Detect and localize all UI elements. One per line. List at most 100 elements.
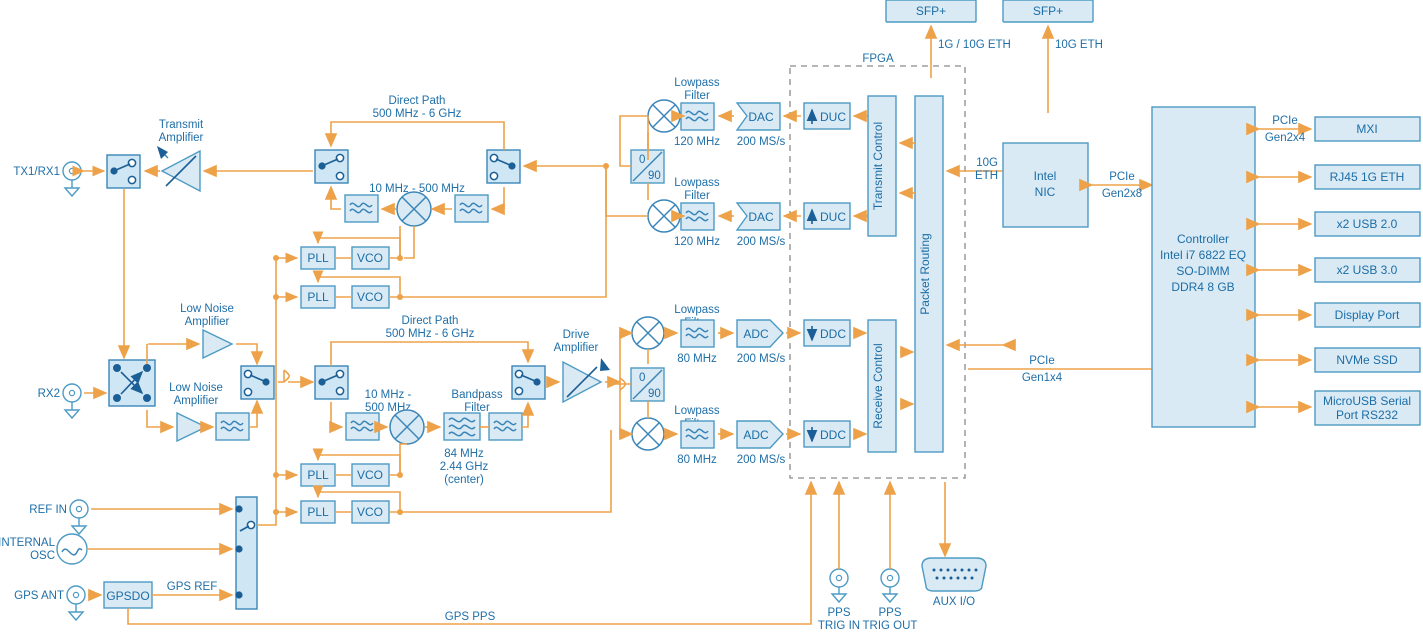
switch-rx-input[interactable] (240, 365, 275, 400)
rx-adc-i-label: ADC (743, 327, 769, 341)
fpga-label: FPGA (862, 53, 894, 65)
rx-quadrature-splitter: 0 90 (630, 367, 665, 402)
peripheral-display-port[interactable]: Display Port (1314, 302, 1421, 328)
internal-oscillator (56, 533, 88, 565)
pps-trig-out-label-1: PPS (878, 607, 901, 619)
switch-tx1rx1[interactable] (106, 154, 141, 189)
wire-rx-to-mixer-q (619, 382, 634, 441)
pps-trig-in-label-1: PPS (827, 607, 850, 619)
rx-lpf-i-cutoff: 80 MHz (677, 353, 717, 365)
tx-direct-path-label-1: Direct Path (389, 95, 446, 107)
gps-pps-label: GPS PPS (445, 611, 496, 623)
rx-vco-2-label: VCO (357, 505, 383, 519)
controller-label-4: DDR4 8 GB (1171, 280, 1234, 294)
sfp-left[interactable]: SFP+ (885, 0, 977, 23)
rx-ddc-i-label: DDC (820, 327, 846, 341)
crossbar-switch[interactable] (108, 359, 156, 407)
rx-pll-1-label: PLL (307, 468, 329, 482)
peripheral-rj45-label: RJ45 1G ETH (1330, 170, 1405, 184)
clock-source-switch[interactable] (235, 496, 258, 610)
peripheral-usb20[interactable]: x2 USB 2.0 (1314, 211, 1421, 237)
switch-tx-combine[interactable] (314, 149, 349, 184)
port-ref-in-label: REF IN (29, 504, 67, 516)
nic-link-label-1: 10G (976, 157, 998, 169)
rx-adc-i: ADC (736, 319, 784, 348)
tx-if-filter-out (344, 194, 379, 223)
aux-io-connector[interactable] (921, 557, 987, 592)
port-pps-trig-in[interactable] (829, 568, 849, 604)
port-gps-ant-label: GPS ANT (14, 590, 64, 602)
tx-lpf-q-cutoff: 120 MHz (674, 236, 720, 248)
rx-mixer-i (631, 316, 665, 350)
rx-if-filter-in (345, 412, 380, 441)
tx-lpf-i-label-1: Lowpass (674, 77, 720, 89)
internal-osc-label-2: OSC (30, 550, 55, 562)
rx-bpf-label-2: Filter (464, 402, 490, 414)
tx-lpf-i-label-2: Filter (684, 90, 710, 102)
port-ref-in[interactable] (69, 499, 89, 536)
rx-direct-path-label-2: 500 MHz - 6 GHz (386, 328, 475, 340)
peripheral-nvme-ssd[interactable]: NVMe SSD (1314, 347, 1421, 373)
switch-tx-split[interactable] (486, 149, 521, 184)
tx-quad-0-label: 0 (639, 154, 645, 166)
gpsdo-block: GPSDO (103, 581, 153, 609)
peripheral-usb30-label: x2 USB 3.0 (1337, 263, 1398, 277)
tx-quad-90-label: 90 (648, 170, 661, 182)
tx-dac-q-label: DAC (748, 210, 774, 224)
controller-label-3: SO-DIMM (1176, 264, 1229, 278)
tx-duc-i: DUC (803, 102, 851, 130)
gps-ref-label: GPS REF (167, 581, 217, 593)
receive-control-label: Receive Control (871, 343, 885, 428)
rx-direct-path-label-1: Direct Path (402, 315, 459, 327)
peripheral-mxi[interactable]: MXI (1314, 116, 1421, 142)
peripheral-rs232[interactable]: MicroUSB Serial Port RS232 (1314, 390, 1421, 426)
tx-lowpass-filter-q (680, 202, 715, 231)
low-noise-amplifier-top (202, 328, 234, 360)
peripheral-usb30[interactable]: x2 USB 3.0 (1314, 257, 1421, 283)
tx-pll-2: PLL (300, 285, 336, 309)
transmit-control-label: Transmit Control (871, 122, 885, 210)
tx-mixer-q (647, 199, 681, 233)
fpga-pcie-label-2: Gen1x4 (1022, 372, 1063, 384)
sfp-right-label: SFP+ (1033, 4, 1063, 18)
tx-dac-i: DAC (735, 102, 781, 131)
sfp-right[interactable]: SFP+ (1002, 0, 1094, 23)
rx-adc-q-label: ADC (743, 428, 769, 442)
lna-top-label-1: Low Noise (180, 303, 234, 315)
port-rx2[interactable] (62, 383, 82, 420)
tx-vco-1-label: VCO (357, 251, 383, 265)
peripheral-rs232-label-2: Port RS232 (1336, 408, 1398, 422)
port-gps-ant[interactable] (66, 585, 86, 622)
tx-mixer-i (647, 99, 681, 133)
switch-rx-combine[interactable] (511, 365, 546, 400)
drive-amplifier-label-2: Amplifier (554, 342, 599, 354)
rx-if-band-label-1: 10 MHz - (365, 389, 412, 401)
intel-nic-label-1: Intel (1034, 169, 1057, 183)
port-pps-trig-out[interactable] (880, 568, 900, 604)
lna-bottom-label-1: Low Noise (169, 382, 223, 394)
junction-clk-3 (273, 472, 279, 478)
wire-filter2-rxsw (521, 401, 535, 428)
tx-duc-q: DUC (803, 202, 851, 230)
rx-pll-1: PLL (300, 463, 336, 487)
wire-rx-direct-path (330, 341, 535, 366)
switch-rx-split[interactable] (314, 365, 349, 400)
controller-label-1: Controller (1177, 232, 1229, 246)
rx-mixer-q (631, 417, 665, 451)
peripheral-rs232-label-1: MicroUSB Serial (1323, 394, 1411, 408)
low-noise-amplifier-bottom (176, 411, 208, 443)
rx-ddc-i: DDC (803, 319, 851, 347)
lna-top-label-2: Amplifier (185, 316, 230, 328)
nic-link-label-2: ETH (975, 170, 998, 182)
wire-tx-direct-path (324, 121, 505, 150)
peripheral-usb20-label: x2 USB 2.0 (1337, 217, 1398, 231)
port-tx1rx1[interactable] (62, 161, 82, 198)
tx-duc-i-label: DUC (820, 110, 846, 124)
tx-vco-2-label: VCO (357, 290, 383, 304)
rx-if-mixer (389, 409, 425, 445)
intel-nic-block: Intel NIC (1002, 142, 1089, 228)
tx-lpf-i-cutoff: 120 MHz (674, 136, 720, 148)
peripheral-rj45[interactable]: RJ45 1G ETH (1314, 164, 1421, 190)
block-diagram-canvas: FPGA SFP+ SFP+ 1G / 10G ETH 10G ETH TX1/… (0, 0, 1423, 632)
tx-lowpass-filter-i (680, 102, 715, 131)
